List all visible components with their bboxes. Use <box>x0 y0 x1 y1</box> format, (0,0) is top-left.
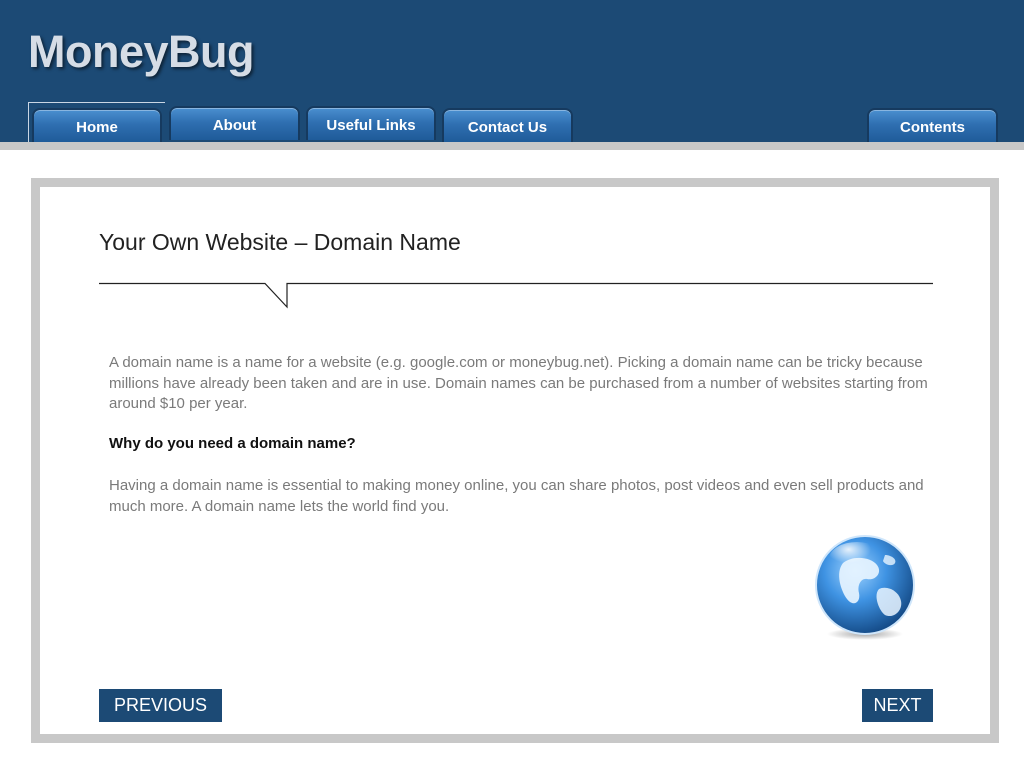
header-divider-strip <box>0 142 1024 150</box>
globe-icon <box>815 535 915 640</box>
site-logo: MoneyBug <box>28 26 255 77</box>
next-button[interactable]: NEXT <box>862 689 933 722</box>
tab-home[interactable]: Home <box>32 108 162 142</box>
header-bar: MoneyBug Home About Useful Links Contact… <box>0 0 1024 143</box>
tab-about-label: About <box>212 117 257 134</box>
previous-button[interactable]: PREVIOUS <box>99 689 222 722</box>
tab-contents[interactable]: Contents <box>867 108 998 142</box>
tab-about[interactable]: About <box>169 106 300 140</box>
tab-contents-label: Contents <box>900 119 965 136</box>
intro-paragraph: A domain name is a name for a website (e… <box>109 354 928 412</box>
tab-useful-links[interactable]: Useful Links <box>306 106 436 140</box>
body-paragraph: Having a domain name is essential to mak… <box>109 477 924 515</box>
content-frame <box>31 178 999 743</box>
tab-home-label: Home <box>76 119 118 136</box>
section-subheading: Why do you need a domain name? <box>109 435 356 452</box>
page-title: Your Own Website – Domain Name <box>99 229 461 255</box>
title-divider <box>99 282 933 309</box>
tab-useful-links-label: Useful Links <box>326 117 416 134</box>
tab-contact-us[interactable]: Contact Us <box>442 108 573 142</box>
tab-contact-us-label: Contact Us <box>467 119 548 136</box>
